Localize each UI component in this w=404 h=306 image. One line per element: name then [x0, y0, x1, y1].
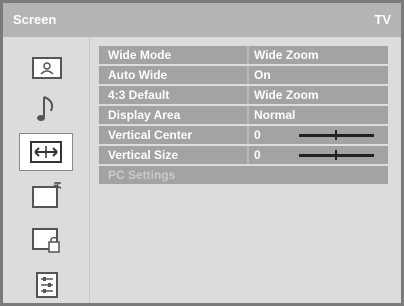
menu-value: Wide Zoom	[254, 88, 319, 102]
menu-label: Wide Mode	[108, 48, 172, 62]
menu-label: 4:3 Default	[108, 88, 170, 102]
divider	[247, 46, 249, 64]
menu-row-4-3-default[interactable]: 4:3 Default Wide Zoom	[99, 86, 388, 104]
divider	[247, 86, 249, 104]
sidebar-item-screen[interactable]	[19, 133, 73, 171]
sidebar-item-lock[interactable]	[21, 223, 73, 259]
menu-row-vertical-center[interactable]: Vertical Center 0	[99, 126, 388, 144]
menu-title: Screen	[13, 12, 57, 27]
divider	[247, 106, 249, 124]
menu-label: Display Area	[108, 108, 181, 122]
menu-value: 0	[254, 128, 261, 142]
menu-label: Vertical Size	[108, 148, 179, 162]
menu-label: Vertical Center	[108, 128, 193, 142]
vertical-center-slider-knob[interactable]	[335, 130, 337, 140]
sidebar-item-preset[interactable]	[21, 267, 73, 303]
sidebar-item-sound[interactable]	[21, 92, 73, 128]
picture-icon	[32, 57, 62, 79]
sidebar	[3, 37, 90, 303]
sidebar-item-setup[interactable]	[21, 177, 73, 213]
menu-row-auto-wide[interactable]: Auto Wide On	[99, 66, 388, 84]
menu-row-pc-settings: PC Settings	[99, 166, 388, 184]
music-note-icon	[37, 96, 54, 121]
divider	[247, 126, 249, 144]
menu-value: Wide Zoom	[254, 48, 319, 62]
screen-wide-icon	[30, 141, 62, 163]
title-bar: Screen TV	[3, 3, 401, 37]
menu-window: Screen TV Wide Mode Wide Zoom Auto Wide …	[0, 0, 404, 306]
divider	[247, 66, 249, 84]
preset-list-icon	[36, 272, 58, 298]
divider	[247, 146, 249, 164]
vertical-size-slider-knob[interactable]	[335, 150, 337, 160]
menu-value: 0	[254, 148, 261, 162]
menu-row-vertical-size[interactable]: Vertical Size 0	[99, 146, 388, 164]
menu-label: Auto Wide	[108, 68, 168, 82]
menu-value: Normal	[254, 108, 296, 122]
menu-value: On	[254, 68, 271, 82]
sidebar-item-picture[interactable]	[21, 50, 73, 86]
lock-icon	[32, 228, 60, 253]
menu-row-wide-mode[interactable]: Wide Mode Wide Zoom	[99, 46, 388, 64]
input-source-label: TV	[374, 12, 391, 27]
screen-menu-list: Wide Mode Wide Zoom Auto Wide On 4:3 Def…	[99, 46, 388, 186]
setup-icon	[32, 182, 62, 208]
menu-label: PC Settings	[108, 168, 176, 182]
menu-row-display-area[interactable]: Display Area Normal	[99, 106, 388, 124]
